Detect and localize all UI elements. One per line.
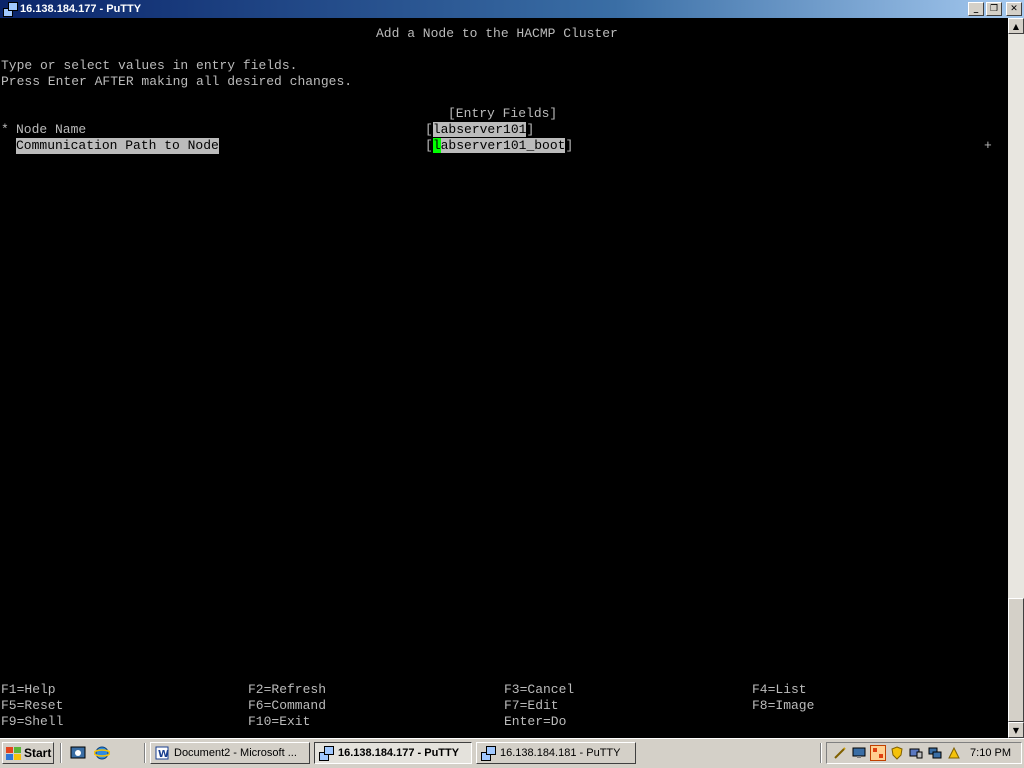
taskbar: Start W Document2 - Microsoft ... 16.138…	[0, 738, 1024, 768]
field-label-communication-path: Communication Path to Node	[16, 138, 219, 154]
taskbar-separator	[60, 743, 62, 763]
start-button[interactable]: Start	[2, 742, 54, 764]
putty-icon	[481, 746, 496, 761]
entry-fields-header: [Entry Fields]	[448, 106, 558, 121]
task-label: Document2 - Microsoft ...	[174, 747, 297, 759]
windows-logo-icon	[6, 746, 21, 760]
fkey-edit: F7=Edit	[504, 698, 559, 713]
putty-icon[interactable]	[3, 2, 18, 17]
close-button[interactable]: ✕	[1006, 2, 1022, 16]
scroll-thumb[interactable]	[1008, 598, 1024, 722]
bracket-close: ]	[526, 122, 535, 137]
monitor-icon[interactable]	[852, 746, 866, 760]
minimize-button[interactable]: _	[968, 2, 984, 16]
communication-path-value[interactable]: labserver101_boot	[432, 138, 566, 153]
task-label: 16.138.184.177 - PuTTY	[338, 747, 460, 759]
task-label: 16.138.184.181 - PuTTY	[500, 747, 621, 759]
arrow-icon[interactable]	[947, 746, 961, 760]
field-node-name[interactable]: [labserver101]	[425, 122, 534, 138]
window-title: 16.138.184.177 - PuTTY	[20, 3, 142, 15]
required-marker: *	[1, 122, 9, 137]
internet-explorer-icon[interactable]	[93, 745, 111, 761]
smit-heading: Add a Node to the HACMP Cluster	[376, 26, 618, 41]
fkey-image: F8=Image	[752, 698, 815, 713]
taskbar-separator	[144, 743, 146, 763]
bracket-close: ]	[565, 138, 574, 153]
taskbar-separator	[820, 743, 822, 763]
vertical-scrollbar[interactable]: ▲ ▼	[1008, 18, 1024, 738]
pen-icon[interactable]	[833, 746, 847, 760]
clock[interactable]: 7:10 PM	[970, 747, 1011, 759]
scroll-down-button[interactable]: ▼	[1008, 722, 1024, 738]
fkey-list: F4=List	[752, 682, 807, 697]
fkey-shell: F9=Shell	[1, 714, 64, 729]
bracket-open: [	[425, 122, 433, 137]
task-button-document2[interactable]: W Document2 - Microsoft ...	[150, 742, 310, 764]
node-name-value[interactable]: labserver101	[432, 122, 527, 137]
fkey-refresh: F2=Refresh	[248, 682, 327, 697]
field-communication-path[interactable]: [labserver101_boot]	[425, 138, 573, 154]
fkey-exit: F10=Exit	[248, 714, 311, 729]
fkey-command: F6=Command	[248, 698, 327, 713]
computer-icon[interactable]	[909, 746, 923, 760]
start-label: Start	[24, 746, 52, 760]
list-available-marker: +	[984, 138, 992, 153]
maximize-button[interactable]: ❐	[986, 2, 1002, 16]
putty-icon	[319, 746, 334, 761]
network-connection-icon[interactable]	[928, 746, 942, 760]
fkey-do: Enter=Do	[504, 714, 567, 729]
task-button-putty-181[interactable]: 16.138.184.181 - PuTTY	[476, 742, 636, 764]
word-icon: W	[155, 746, 169, 760]
bracket-open: [	[425, 138, 433, 153]
field-label-node-name: Node Name	[16, 122, 87, 137]
scroll-up-button[interactable]: ▲	[1008, 18, 1024, 34]
communication-path-value-rest: abserver101_boot	[440, 138, 566, 153]
fkey-reset: F5=Reset	[1, 698, 64, 713]
system-tray: 7:10 PM	[826, 742, 1022, 764]
task-button-putty-177[interactable]: 16.138.184.177 - PuTTY	[314, 742, 472, 764]
shield-icon[interactable]	[890, 746, 904, 760]
show-desktop-icon[interactable]	[70, 745, 86, 761]
instruction-line: Press Enter AFTER making all desired cha…	[1, 74, 353, 89]
fkey-help: F1=Help	[1, 682, 56, 697]
window-title-bar[interactable]: 16.138.184.177 - PuTTY _ ❐ ✕	[0, 0, 1024, 18]
svg-text:W: W	[158, 749, 169, 760]
terminal-screen[interactable]: Add a Node to the HACMP Cluster Type or …	[0, 18, 1008, 738]
fkey-cancel: F3=Cancel	[504, 682, 575, 697]
text-cursor: l	[432, 138, 441, 153]
instruction-line: Type or select values in entry fields.	[1, 58, 298, 73]
network-icon[interactable]	[870, 745, 886, 761]
